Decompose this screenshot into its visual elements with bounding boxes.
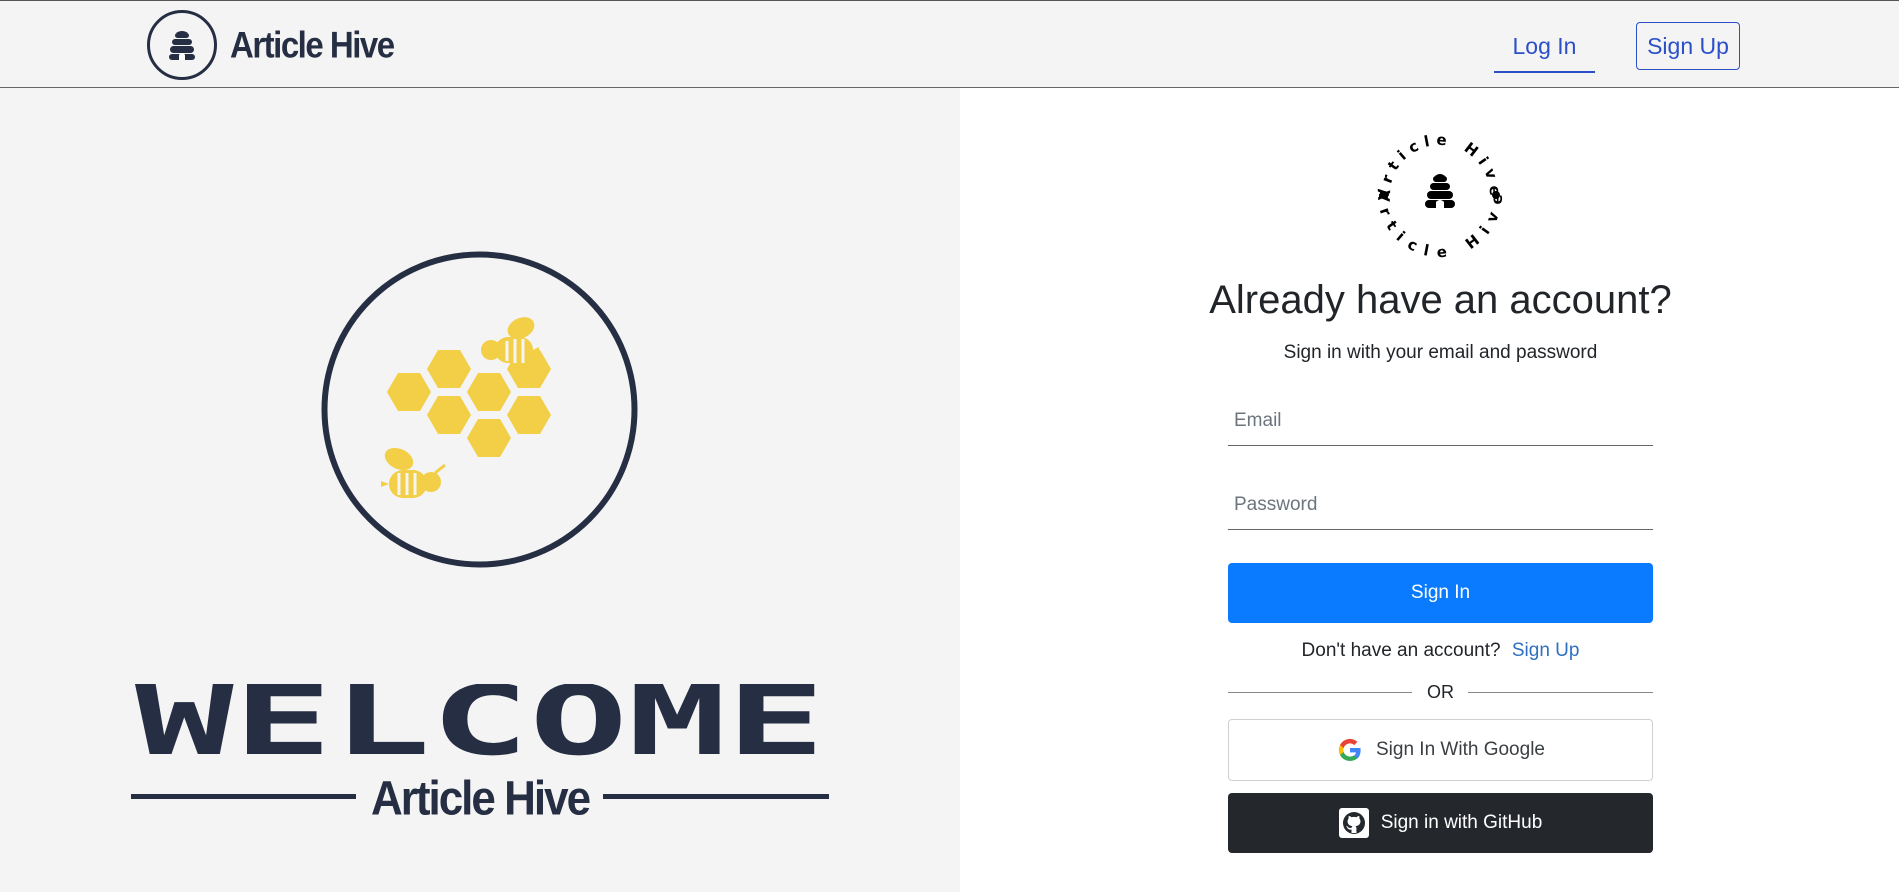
hive-emblem (321, 251, 638, 568)
welcome-wordmark: WELCOME (135, 684, 825, 764)
google-icon (1336, 736, 1364, 764)
hero-panel: WELCOME Article Hive (0, 88, 960, 892)
github-sign-in-button[interactable]: Sign in with GitHub (1228, 793, 1653, 853)
hero-brand-line: Article Hive (131, 772, 829, 832)
email-field[interactable] (1228, 396, 1653, 446)
sign-up-link[interactable]: Sign Up (1512, 640, 1580, 661)
no-account-row: Don't have an account? Sign Up (1228, 640, 1653, 662)
google-sign-in-button[interactable]: Sign In With Google (1228, 719, 1653, 781)
brand-name: Article Hive (230, 23, 395, 66)
no-account-text: Don't have an account? (1301, 640, 1501, 661)
beehive-icon (147, 10, 217, 80)
bee-icon (481, 317, 539, 363)
password-field[interactable] (1228, 480, 1653, 530)
beehive-icon (1425, 174, 1455, 208)
login-heading: Already have an account? (1209, 278, 1672, 322)
honeycomb-icon (387, 350, 551, 457)
welcome-text: WELCOME (135, 684, 825, 764)
round-logo: Article Hive Article Hive (1374, 131, 1500, 262)
github-sign-in-label: Sign in with GitHub (1380, 812, 1543, 833)
google-sign-in-label: Sign In With Google (1376, 739, 1545, 760)
signup-nav-button[interactable]: Sign Up (1636, 22, 1740, 70)
login-nav-link[interactable]: Log In (1494, 21, 1595, 73)
bee-icon (381, 447, 446, 498)
github-icon (1338, 808, 1369, 838)
brand-logo[interactable]: Article Hive (147, 10, 395, 80)
sign-in-button[interactable]: Sign In (1228, 563, 1653, 623)
or-divider: OR (1228, 680, 1653, 704)
top-navbar: Article Hive Log In Sign Up (0, 0, 1899, 88)
login-subheading: Sign in with your email and password (1283, 342, 1598, 363)
or-text: OR (1427, 682, 1454, 702)
hero-brand-name: Article Hive (370, 771, 591, 826)
